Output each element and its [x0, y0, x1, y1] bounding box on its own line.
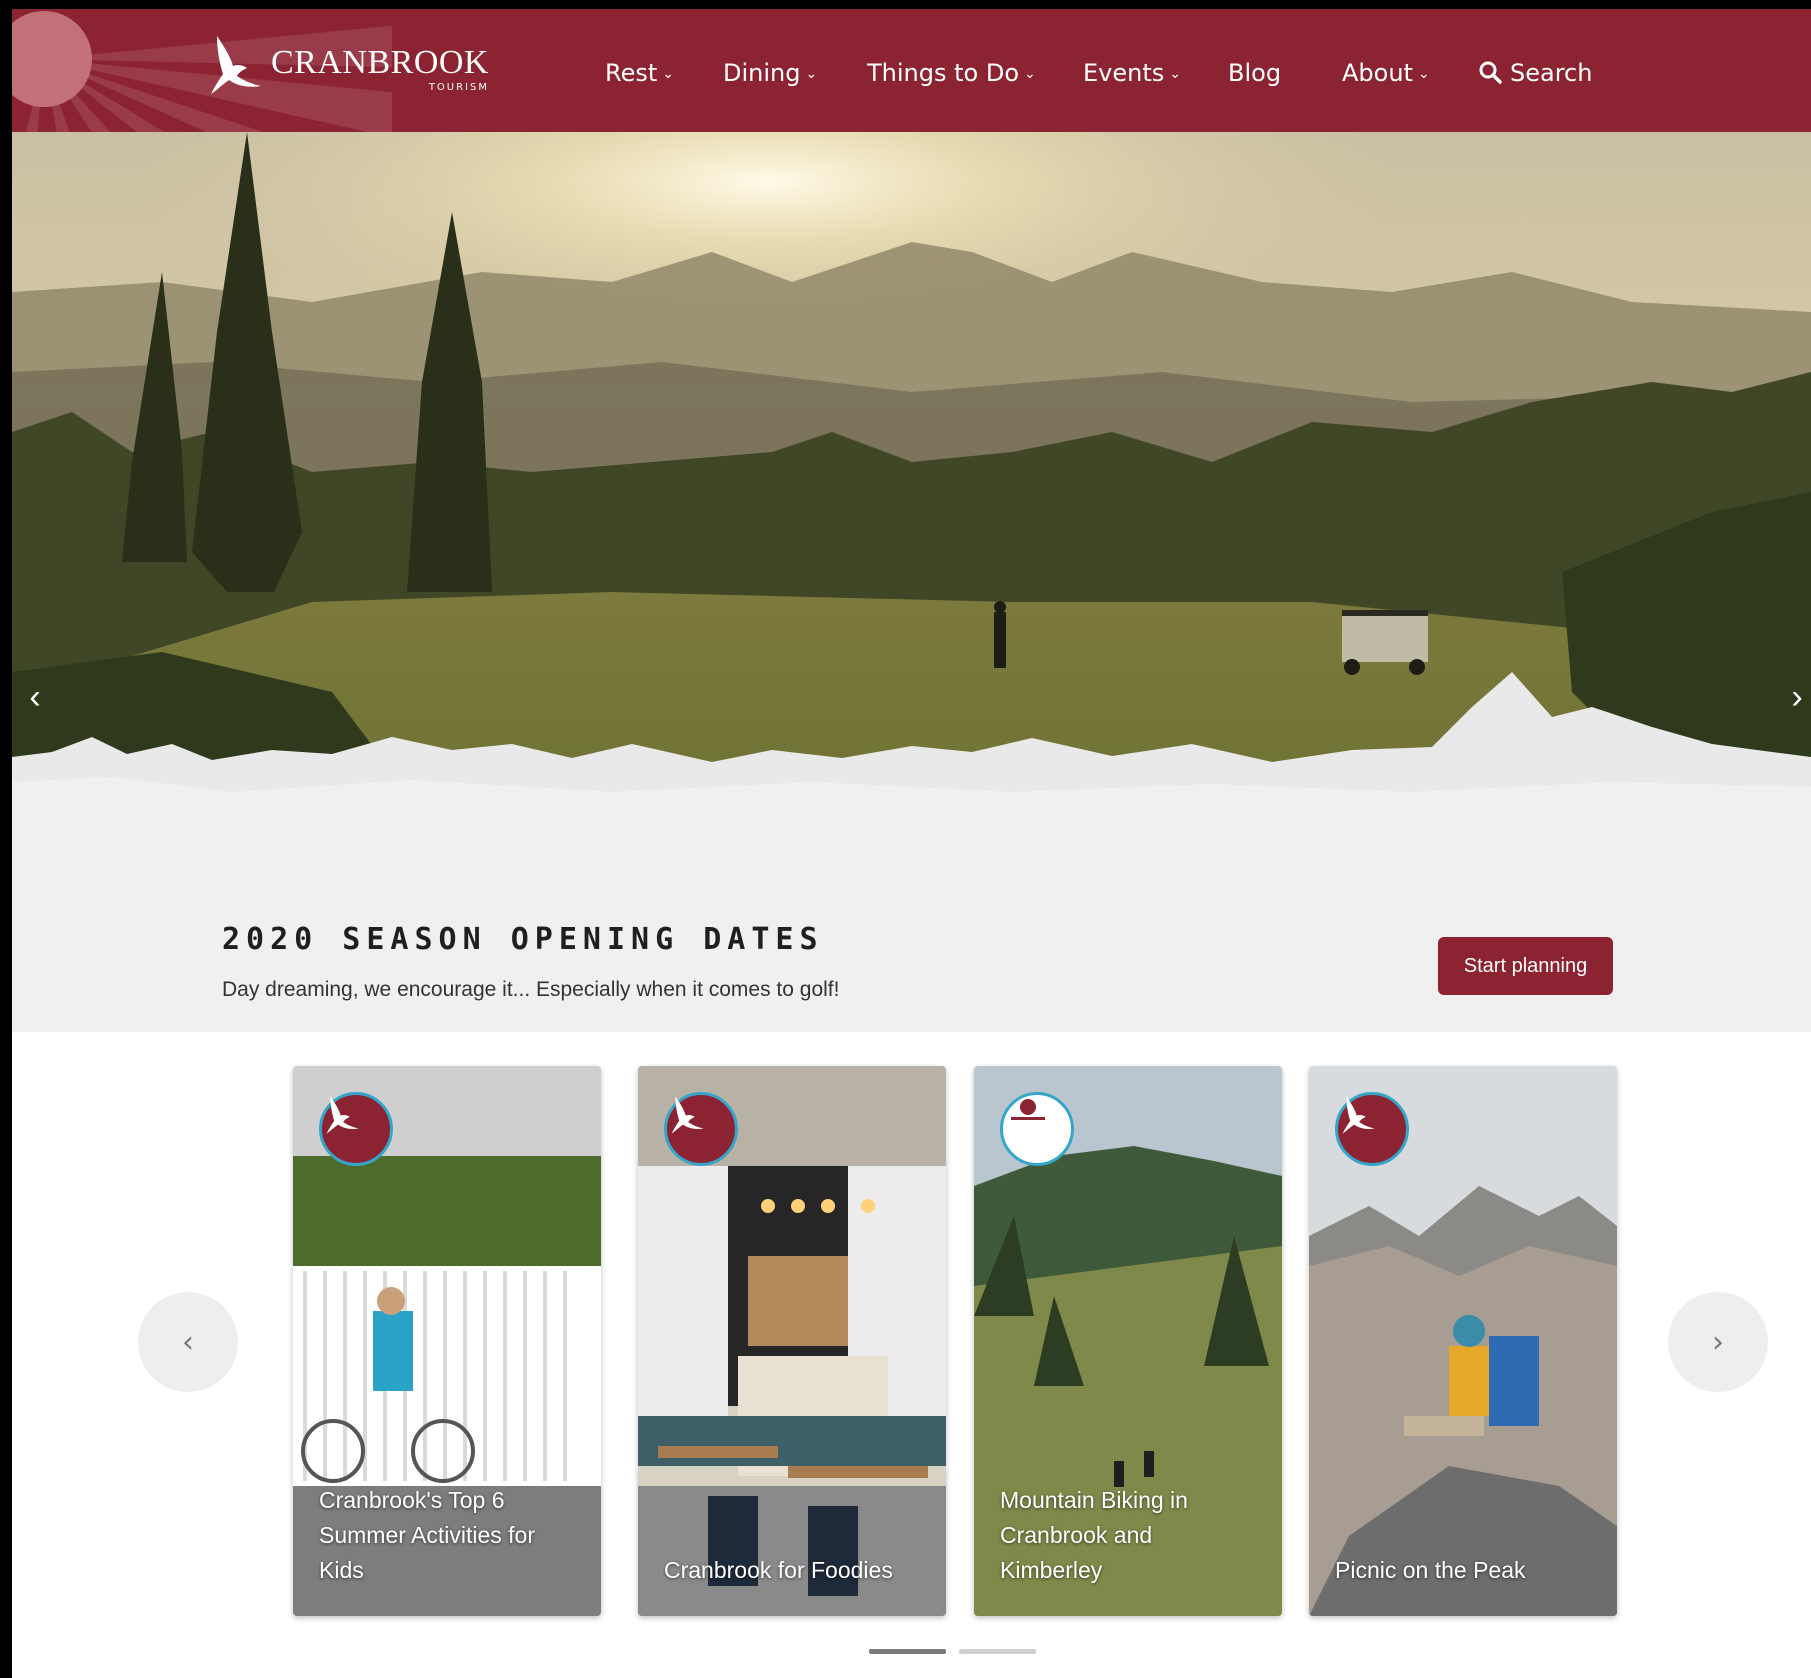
chevron-left-icon: ‹	[182, 1324, 194, 1360]
nav-item-dining[interactable]: Dining ⌄	[723, 59, 817, 87]
nav-item-events[interactable]: Events ⌄	[1083, 59, 1181, 87]
eagle-icon	[671, 1096, 704, 1134]
hero-title: 2020 SEASON OPENING DATES	[222, 922, 824, 957]
eagle-badge-icon	[1335, 1092, 1409, 1166]
eagle-icon	[1342, 1096, 1375, 1134]
carousel-dot-2[interactable]	[959, 1649, 1036, 1654]
article-card-kids[interactable]: Cranbrook's Top 6 Summer Activities for …	[293, 1066, 601, 1616]
brand-subtitle: TOURISM	[428, 82, 489, 93]
chevron-down-icon: ⌄	[1024, 66, 1036, 82]
nav-label: About	[1342, 59, 1413, 87]
chevron-right-icon: ›	[1712, 1324, 1724, 1360]
search-label: Search	[1510, 59, 1593, 87]
search-button[interactable]: Search	[1478, 59, 1592, 87]
nav-label: Rest	[605, 59, 658, 87]
card-title: Cranbrook for Foodies	[664, 1557, 893, 1583]
nav-label: Events	[1083, 59, 1165, 87]
carousel-dot-1[interactable]	[869, 1649, 946, 1654]
brand-name: CRANBROOK	[271, 44, 489, 81]
card-title: Mountain Biking in Cranbrook and Kimberl…	[1000, 1487, 1188, 1583]
partner-logo-icon	[1000, 1092, 1074, 1166]
article-carousel: ‹ Cranbrook's Top 6 Summer Activities fo…	[12, 1032, 1811, 1678]
hero-image	[12, 132, 1811, 1032]
nav-label: Blog	[1228, 59, 1282, 87]
eagle-badge-icon	[319, 1092, 393, 1166]
card-title: Cranbrook's Top 6 Summer Activities for …	[319, 1487, 535, 1583]
article-card-picnic[interactable]: Picnic on the Peak	[1309, 1066, 1617, 1616]
carousel-prev-button[interactable]: ‹	[138, 1292, 238, 1392]
hero-subtitle: Day dreaming, we encourage it... Especia…	[222, 978, 840, 1001]
nav-label: Dining	[723, 59, 801, 87]
eagle-badge-icon	[664, 1092, 738, 1166]
hero-prev-button[interactable]: ‹	[22, 677, 48, 717]
hero-next-button[interactable]: ›	[1784, 677, 1810, 717]
page: CRANBROOK TOURISM Rest ⌄ Dining ⌄ Things t…	[12, 9, 1811, 1678]
article-card-foodies[interactable]: Cranbrook for Foodies	[638, 1066, 946, 1616]
nav-item-about[interactable]: About ⌄	[1342, 59, 1430, 87]
chevron-down-icon: ⌄	[1417, 66, 1430, 82]
brand-logo[interactable]: CRANBROOK TOURISM	[207, 34, 507, 104]
nav-label: Things to Do	[867, 59, 1020, 87]
article-card-mountain-biking[interactable]: Mountain Biking in Cranbrook and Kimberl…	[974, 1066, 1282, 1616]
site-header: CRANBROOK TOURISM Rest ⌄ Dining ⌄ Things t…	[12, 9, 1811, 132]
chevron-right-icon: ›	[1791, 678, 1803, 716]
search-icon	[1479, 61, 1502, 84]
chevron-down-icon: ⌄	[662, 66, 675, 82]
card-title: Picnic on the Peak	[1335, 1557, 1526, 1583]
chevron-down-icon: ⌄	[1169, 66, 1181, 82]
eagle-icon	[326, 1096, 359, 1134]
start-planning-button[interactable]: Start planning	[1438, 937, 1613, 995]
nav-item-things-to-do[interactable]: Things to Do ⌄	[867, 59, 1036, 87]
partner-logo-mark	[1011, 1099, 1045, 1120]
nav-item-blog[interactable]: Blog	[1228, 59, 1281, 87]
eagle-icon	[211, 36, 261, 94]
carousel-next-button[interactable]: ›	[1668, 1292, 1768, 1392]
hero-slider: ‹ › 2020 SEASON OPENING DATES Day dreami…	[12, 132, 1811, 1032]
nav-item-rest[interactable]: Rest ⌄	[605, 59, 674, 87]
chevron-down-icon: ⌄	[805, 66, 818, 82]
chevron-left-icon: ‹	[29, 678, 41, 716]
